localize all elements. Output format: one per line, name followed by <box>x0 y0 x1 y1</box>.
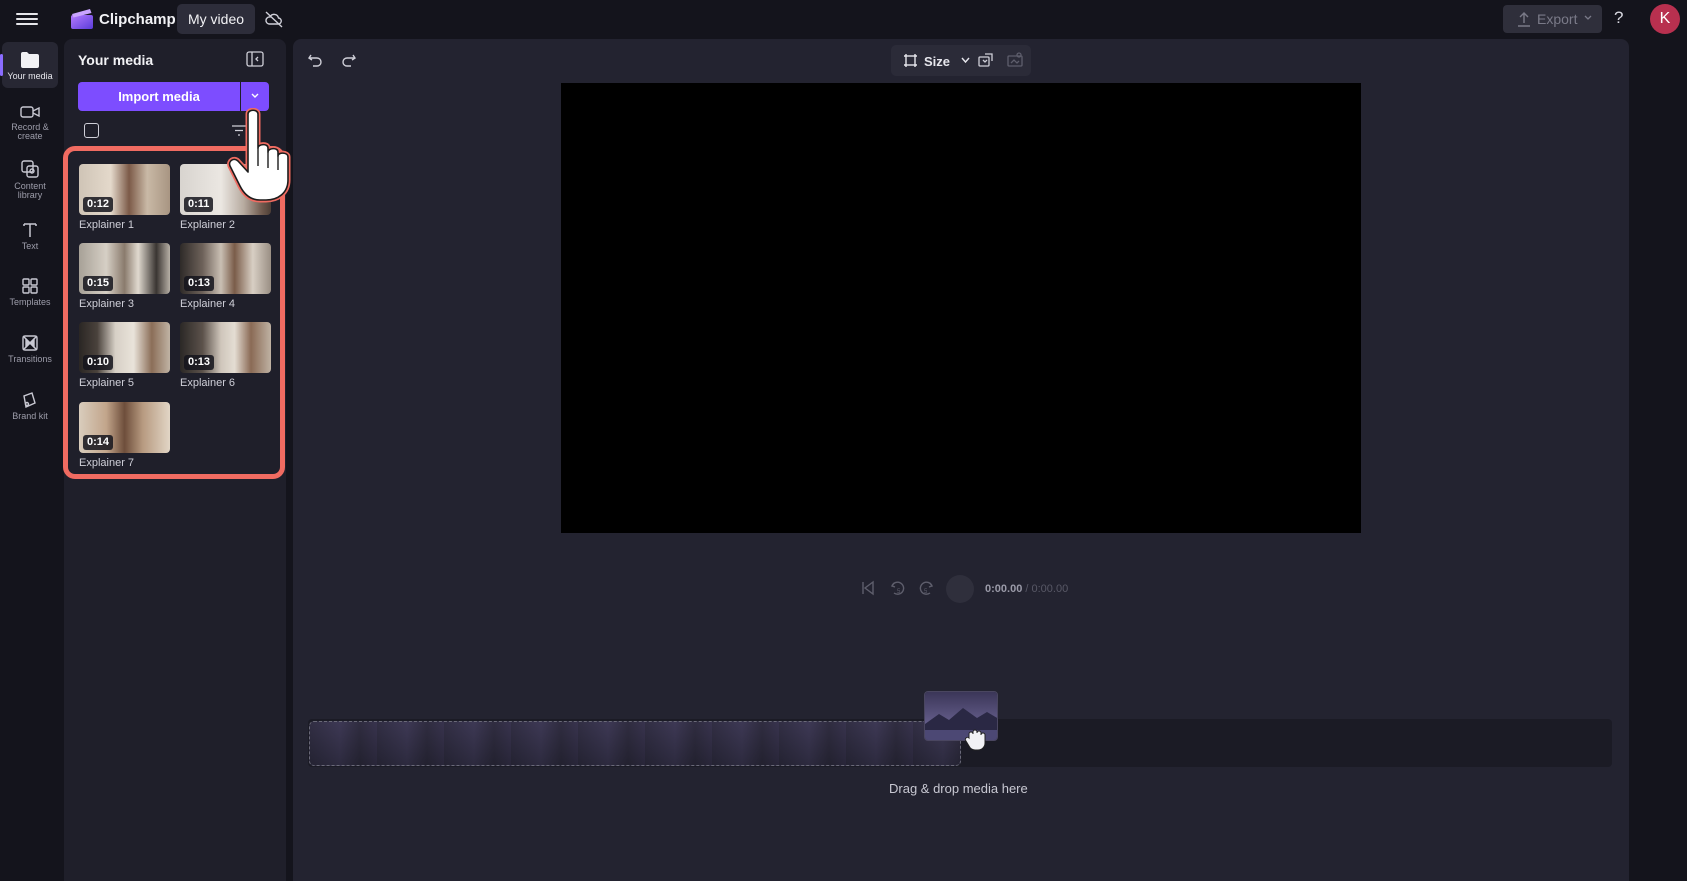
sidebar-item-text[interactable]: Text <box>2 221 58 251</box>
size-dropdown[interactable]: Size <box>924 54 950 69</box>
forward-5s-icon[interactable]: 5 <box>918 580 934 596</box>
sidebar-item-label: Record & create <box>11 122 49 141</box>
collapse-panel-icon[interactable] <box>246 51 264 67</box>
folder-icon <box>21 52 39 68</box>
avatar[interactable]: K <box>1650 4 1680 34</box>
pointer-hand-icon <box>227 108 291 203</box>
chevron-down-icon <box>961 57 970 64</box>
rewind-5s-icon[interactable]: 5 <box>890 580 906 596</box>
redo-icon[interactable] <box>341 52 357 68</box>
top-bar: Clipchamp My video Export ? K <box>0 0 1687 38</box>
grab-hand-icon <box>964 729 986 751</box>
sidebar-item-record-create[interactable]: Record & create <box>2 104 58 141</box>
sidebar-item-transitions[interactable]: Transitions <box>2 334 58 364</box>
export-button[interactable]: Export <box>1503 5 1602 33</box>
export-label: Export <box>1537 11 1578 27</box>
sidebar-item-content-library[interactable]: Content library <box>2 159 58 200</box>
import-media-button[interactable]: Import media <box>78 82 240 111</box>
clipchamp-logo-icon <box>71 9 93 29</box>
left-rail: Your media Record & create Content libra… <box>0 38 62 881</box>
drop-hint-text: Drag & drop media here <box>889 781 1028 796</box>
chevron-down-icon <box>1584 15 1592 20</box>
cloud-sync-off-icon[interactable] <box>264 9 284 29</box>
sidebar-item-label: Brand kit <box>12 411 48 421</box>
fill-icon[interactable] <box>977 52 995 69</box>
brand-kit-icon <box>23 392 36 409</box>
aspect-ratio-icon <box>904 54 917 67</box>
sidebar-item-label: Transitions <box>8 354 52 364</box>
sidebar-item-templates[interactable]: Templates <box>2 277 58 307</box>
timeline-drop-zone[interactable] <box>309 721 961 766</box>
current-time: 0:00.00 <box>985 583 1023 595</box>
sidebar-item-label: Content library <box>14 181 46 200</box>
aspect-toolbar: Size <box>891 45 1031 76</box>
panel-title: Your media <box>78 52 154 68</box>
sidebar-item-label: Text <box>21 241 39 251</box>
sidebar-item-label: Your media <box>7 71 53 81</box>
help-button[interactable]: ? <box>1614 8 1623 28</box>
sidebar-item-brand-kit[interactable]: Brand kit <box>2 391 58 421</box>
select-all-checkbox[interactable] <box>84 123 99 138</box>
chevron-down-icon <box>251 93 259 98</box>
transitions-icon <box>22 335 38 351</box>
upload-icon <box>1518 12 1530 27</box>
camera-icon <box>20 106 40 118</box>
undo-icon[interactable] <box>307 52 323 68</box>
templates-icon <box>22 278 38 294</box>
total-time: 0:00.00 <box>1031 583 1069 595</box>
background-icon[interactable] <box>1006 52 1024 69</box>
timecode: 0:00.00 / 0:00.00 <box>985 583 1068 595</box>
playback-controls: 5 5 0:00.00 / 0:00.00 <box>860 575 1100 603</box>
text-icon <box>23 223 37 237</box>
project-name-field[interactable]: My video <box>177 4 256 34</box>
library-icon <box>21 160 39 178</box>
play-button[interactable] <box>946 575 974 603</box>
app-name: Clipchamp <box>99 11 176 28</box>
menu-icon[interactable] <box>16 10 38 28</box>
video-preview[interactable] <box>561 83 1361 533</box>
skip-to-start-icon[interactable] <box>860 580 876 596</box>
sidebar-item-label: Templates <box>9 297 51 307</box>
sidebar-item-your-media[interactable]: Your media <box>0 42 58 88</box>
import-options-dropdown[interactable] <box>241 82 269 111</box>
